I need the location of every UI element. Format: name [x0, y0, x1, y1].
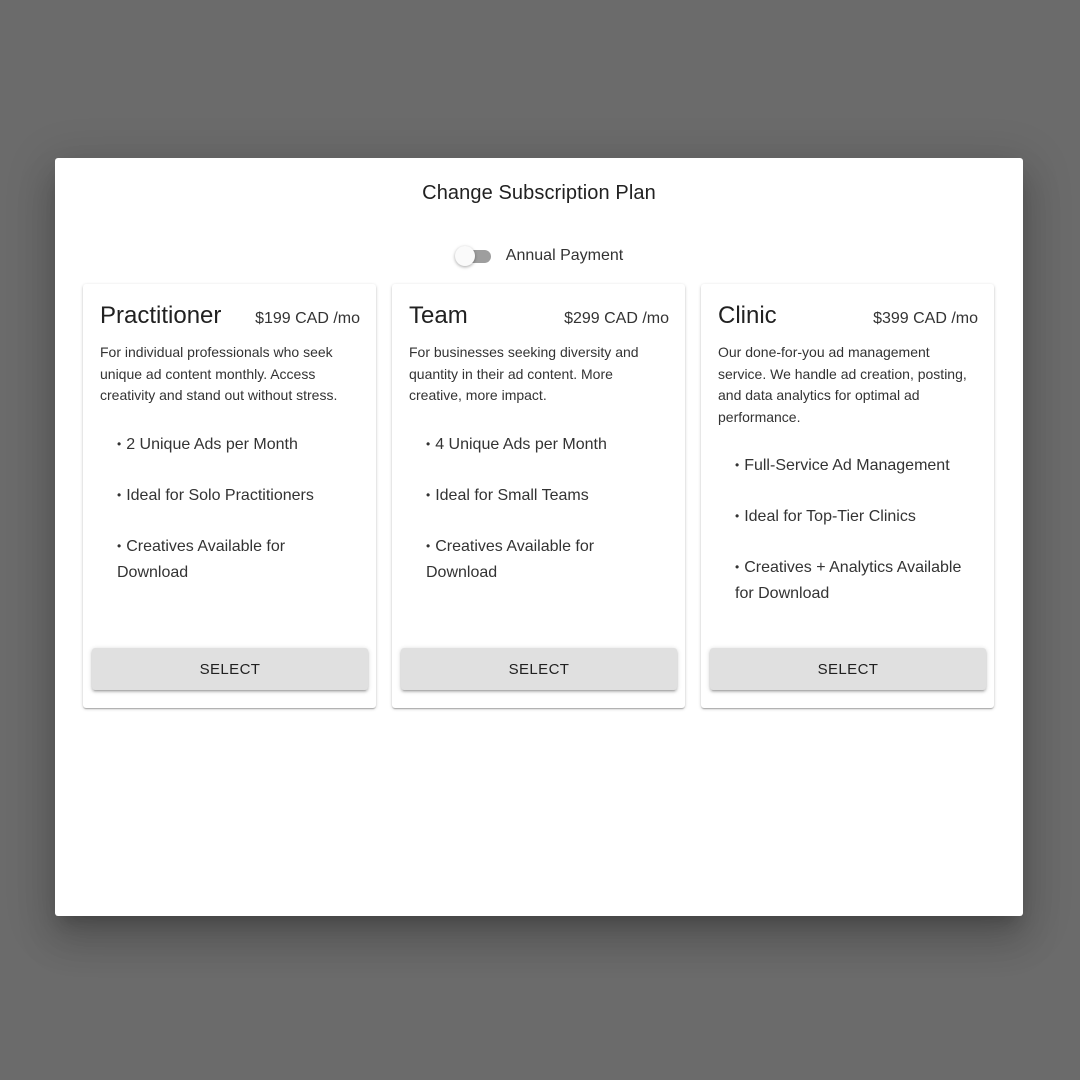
feature-list: Full-Service Ad Management Ideal for Top…	[735, 453, 974, 631]
feature-item: 2 Unique Ads per Month	[117, 432, 356, 458]
switch-thumb[interactable]	[454, 246, 475, 266]
card-header: Team $299 CAD /mo	[409, 302, 669, 330]
subscription-dialog: Change Subscription Plan Annual Payment …	[55, 158, 1023, 916]
select-team-button[interactable]: SELECT	[401, 648, 677, 690]
feature-item: Ideal for Solo Practitioners	[117, 483, 356, 509]
card-header: Clinic $399 CAD /mo	[718, 302, 978, 330]
dialog-title: Change Subscription Plan	[422, 182, 656, 204]
plan-price: $199 CAD /mo	[255, 310, 360, 327]
annual-payment-label[interactable]: Annual Payment	[506, 247, 623, 265]
plan-description: Our done-for-you ad management service. …	[718, 344, 967, 425]
feature-item: Ideal for Small Teams	[426, 483, 665, 509]
feature-item: Creatives Available for Download	[426, 534, 665, 585]
annual-payment-toggle-row: Annual Payment	[55, 244, 1023, 268]
annual-payment-switch[interactable]	[454, 245, 493, 267]
feature-list: 2 Unique Ads per Month Ideal for Solo Pr…	[117, 432, 356, 610]
plan-card-clinic: Clinic $399 CAD /mo Our done-for-you ad …	[701, 284, 994, 708]
plan-cards: Practitioner $199 CAD /mo For individual…	[83, 284, 994, 708]
plan-price: $399 CAD /mo	[873, 310, 978, 327]
select-clinic-button[interactable]: SELECT	[710, 648, 986, 690]
plan-name: Clinic	[718, 302, 777, 329]
plan-name: Team	[409, 302, 468, 329]
feature-list: 4 Unique Ads per Month Ideal for Small T…	[426, 432, 665, 610]
plan-name: Practitioner	[100, 302, 222, 329]
plan-price: $299 CAD /mo	[564, 310, 669, 327]
plan-description: For businesses seeking diversity and qua…	[409, 344, 639, 403]
plan-card-practitioner: Practitioner $199 CAD /mo For individual…	[83, 284, 376, 708]
feature-item: Ideal for Top-Tier Clinics	[735, 504, 974, 530]
feature-item: Creatives Available for Download	[117, 534, 356, 585]
feature-item: Creatives + Analytics Available for Down…	[735, 555, 974, 606]
feature-item: 4 Unique Ads per Month	[426, 432, 665, 458]
select-practitioner-button[interactable]: SELECT	[92, 648, 368, 690]
plan-description: For individual professionals who seek un…	[100, 344, 338, 403]
card-header: Practitioner $199 CAD /mo	[100, 302, 360, 330]
plan-card-team: Team $299 CAD /mo For businesses seeking…	[392, 284, 685, 708]
feature-item: Full-Service Ad Management	[735, 453, 974, 479]
